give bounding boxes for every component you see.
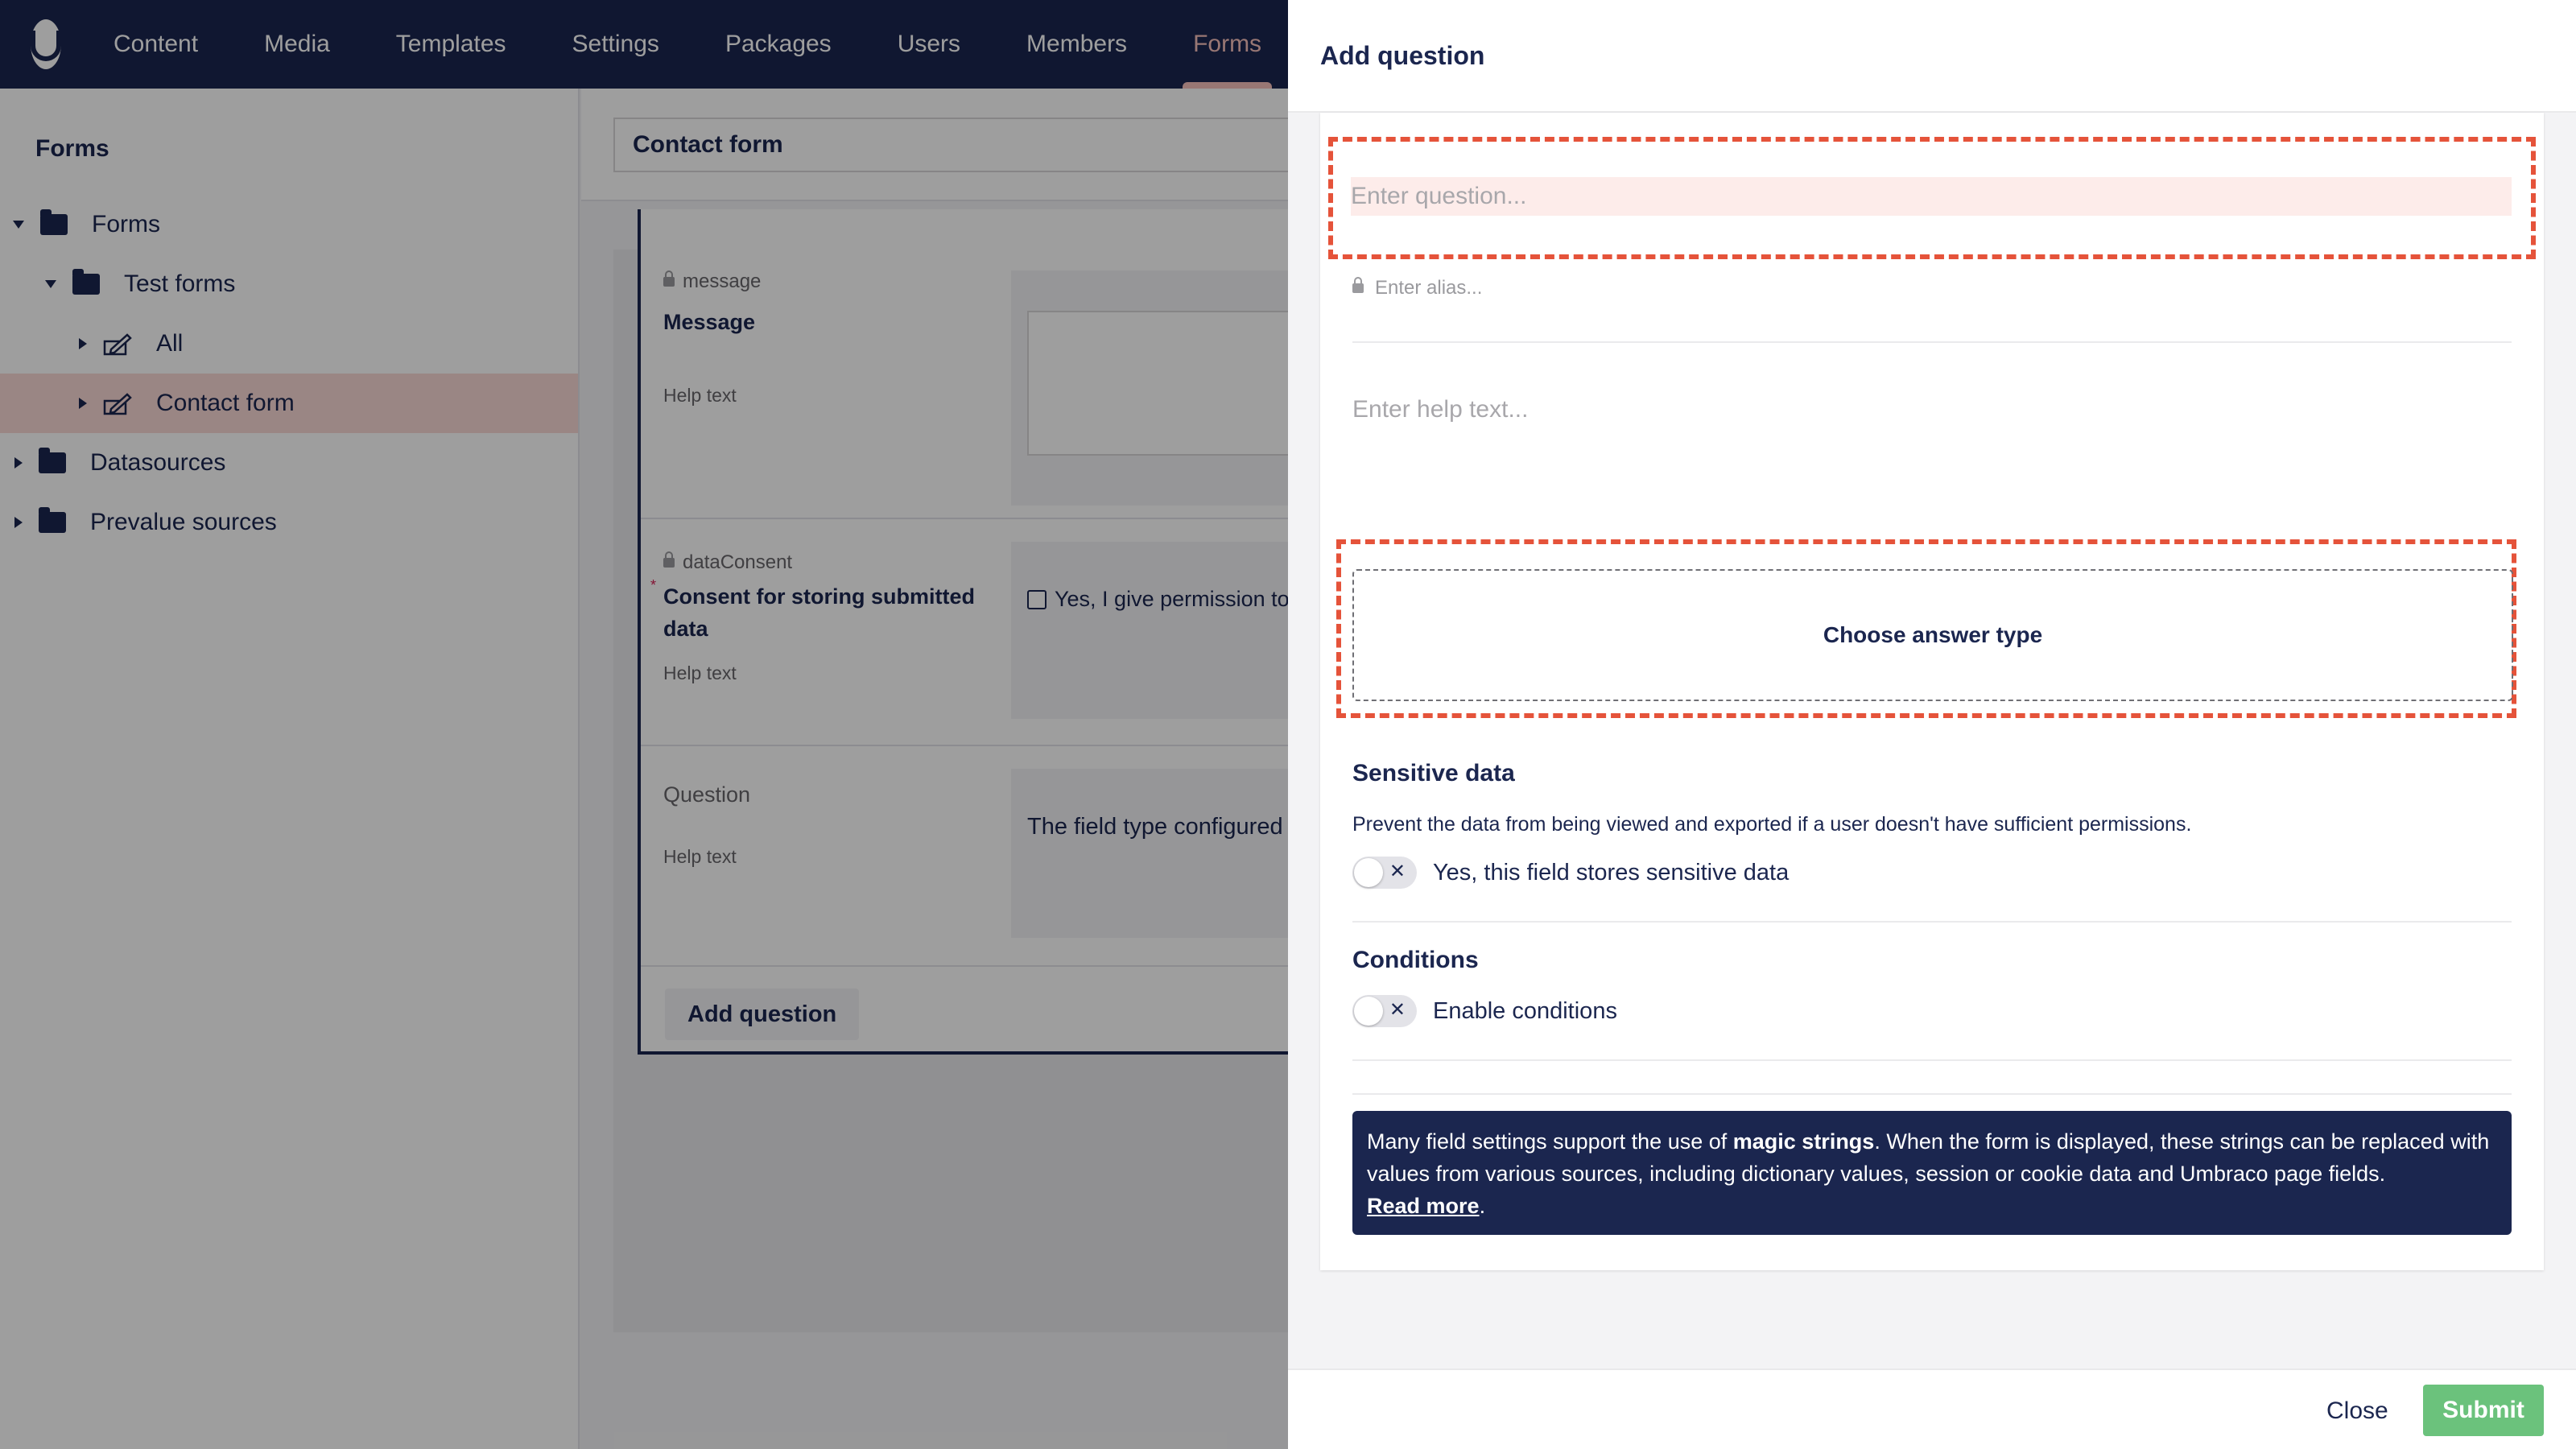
sensitive-data-toggle-label: Yes, this field stores sensitive data bbox=[1433, 859, 1790, 886]
question-input[interactable] bbox=[1351, 177, 2512, 216]
add-question-drawer: Add question Enter alias... Enter help t… bbox=[1288, 0, 2576, 1449]
magic-strings-term: magic strings bbox=[1732, 1129, 1875, 1154]
read-more-link[interactable]: Read more bbox=[1367, 1194, 1480, 1218]
magic-strings-info: Many field settings support the use of m… bbox=[1352, 1111, 2512, 1235]
divider bbox=[1352, 1059, 2512, 1061]
divider bbox=[1352, 1093, 2512, 1095]
question-settings-card: Enter alias... Enter help text... Choose… bbox=[1320, 113, 2544, 1270]
submit-button[interactable]: Submit bbox=[2423, 1385, 2544, 1436]
drawer-footer: Close Submit bbox=[1288, 1368, 2576, 1449]
conditions-toggle-label: Enable conditions bbox=[1433, 997, 1617, 1024]
close-button[interactable]: Close bbox=[2326, 1397, 2388, 1425]
sensitive-data-title: Sensitive data bbox=[1352, 760, 1515, 786]
modal-overlay[interactable] bbox=[0, 0, 1288, 1449]
choose-answer-type-button[interactable]: Choose answer type bbox=[1352, 569, 2513, 701]
close-icon: ✕ bbox=[1389, 999, 1406, 1021]
conditions-toggle[interactable]: ✕ bbox=[1352, 995, 1417, 1027]
drawer-title: Add question bbox=[1288, 0, 2576, 113]
help-text-input[interactable]: Enter help text... bbox=[1352, 396, 1528, 423]
divider bbox=[1352, 921, 2512, 923]
close-icon: ✕ bbox=[1389, 861, 1406, 882]
conditions-title: Conditions bbox=[1352, 947, 1479, 973]
alias-input[interactable]: Enter alias... bbox=[1375, 277, 1482, 299]
lock-icon[interactable] bbox=[1352, 277, 1364, 293]
sensitive-data-toggle[interactable]: ✕ bbox=[1352, 857, 1417, 889]
divider bbox=[1352, 341, 2512, 343]
sensitive-data-description: Prevent the data from being viewed and e… bbox=[1352, 813, 2192, 836]
